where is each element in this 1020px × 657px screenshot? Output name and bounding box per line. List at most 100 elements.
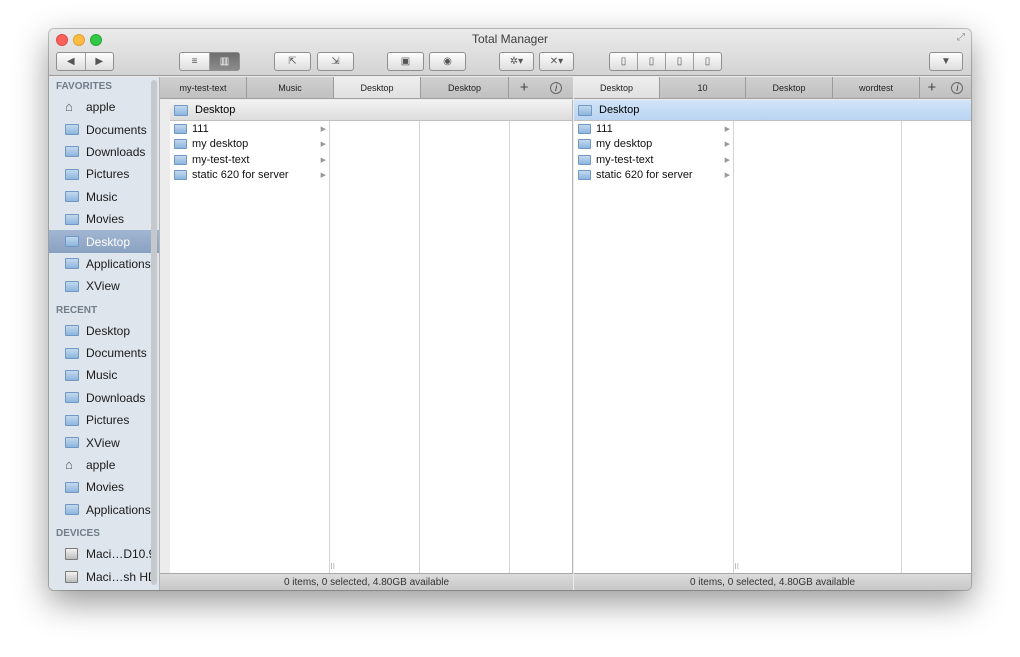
disclosure-arrow-icon: ▶: [724, 125, 730, 133]
copy-file-button[interactable]: ▯: [610, 53, 637, 70]
sidebar-scrollbar[interactable]: [151, 80, 157, 585]
right-tab-bar: Desktop 10 Desktop wordtest + i: [574, 77, 971, 99]
device-item[interactable]: Maci…D10.9: [49, 543, 159, 565]
device-item-label: Maci…sh HD: [86, 569, 157, 584]
folder-row[interactable]: my desktop ▶: [574, 137, 733, 153]
recent-item[interactable]: Documents: [49, 342, 159, 364]
favorite-item[interactable]: XView: [49, 275, 159, 297]
action-menu-button[interactable]: ✲▾: [499, 52, 534, 71]
tab-right-3[interactable]: Desktop: [746, 77, 833, 98]
folder-icon: [174, 170, 187, 181]
disclosure-arrow-icon: ▶: [724, 141, 730, 149]
quick-look-button[interactable]: ◉: [429, 52, 466, 71]
folder-row[interactable]: static 620 for server ▶: [574, 168, 733, 184]
add-tab-icon[interactable]: +: [520, 79, 529, 96]
recent-item[interactable]: Desktop: [49, 320, 159, 342]
folder-icon: [65, 481, 79, 493]
info-icon[interactable]: i: [951, 81, 964, 94]
favorite-item-label: Pictures: [86, 167, 130, 182]
tab-left-1[interactable]: my-test-text: [160, 77, 247, 98]
disclosure-arrow-icon: ▶: [320, 125, 326, 133]
folder-icon: [578, 170, 591, 181]
tab-right-4[interactable]: wordtest: [833, 77, 920, 98]
device-item[interactable]: Maci…sh HD: [49, 565, 159, 587]
devices-heading: DEVICES: [56, 528, 100, 540]
recent-item[interactable]: Applications: [49, 499, 159, 521]
folder-row[interactable]: my-test-text ▶: [170, 152, 329, 168]
forward-button[interactable]: ▶: [84, 53, 114, 70]
left-pane: Desktop II 111 ▶ my desktop ▶ my-test-text ▶ st…: [170, 100, 573, 573]
recent-item-label: apple: [86, 458, 116, 473]
fullscreen-icon[interactable]: ⤢: [957, 32, 965, 43]
tab-left-4[interactable]: Desktop: [421, 77, 509, 98]
recent-item[interactable]: ⌂ apple: [49, 454, 159, 476]
left-tab-controls: + i: [509, 77, 573, 98]
disclosure-arrow-icon: ▶: [724, 172, 730, 180]
duplicate-file-button[interactable]: ▯: [665, 53, 693, 70]
left-path-bar[interactable]: Desktop: [170, 100, 572, 121]
export-button[interactable]: ⇲: [317, 52, 354, 71]
folder-row[interactable]: 111 ▶: [574, 121, 733, 137]
copy-file-icon: ▯: [620, 56, 627, 67]
file-operations-control: ▯ ▯ ▯ ▯: [609, 52, 722, 71]
tab-right-2[interactable]: 10: [660, 77, 746, 98]
right-path-bar[interactable]: Desktop: [574, 100, 971, 121]
right-pane: Desktop II 111 ▶ my desktop ▶ my-test-text ▶ st…: [574, 100, 971, 573]
folder-icon: [65, 504, 79, 516]
favorite-item[interactable]: Downloads: [49, 141, 159, 163]
folder-icon: [65, 369, 79, 381]
favorite-item[interactable]: Music: [49, 186, 159, 208]
favorite-item[interactable]: Desktop: [49, 230, 159, 253]
favorite-item[interactable]: Applications: [49, 253, 159, 275]
recent-item[interactable]: XView: [49, 431, 159, 453]
folder-name: my desktop: [596, 138, 653, 151]
right-column-3: [902, 121, 971, 573]
favorite-item[interactable]: Pictures: [49, 163, 159, 185]
tools-menu-button[interactable]: ✕▾: [539, 52, 574, 71]
list-view-button[interactable]: ≡: [180, 53, 209, 70]
recent-item[interactable]: Movies: [49, 476, 159, 498]
info-icon[interactable]: i: [550, 81, 563, 94]
tab-left-2[interactable]: Music: [247, 77, 334, 98]
back-arrow-icon: ◀: [66, 56, 75, 67]
column-view-button[interactable]: ▥: [209, 53, 239, 70]
window-title: Total Manager: [471, 32, 549, 46]
column-view-icon: ▥: [219, 56, 230, 67]
disclosure-arrow-icon: ▶: [320, 141, 326, 149]
recent-item[interactable]: Downloads: [49, 387, 159, 409]
add-tab-icon[interactable]: +: [928, 79, 937, 96]
recent-item[interactable]: Music: [49, 364, 159, 386]
favorite-item[interactable]: Movies: [49, 208, 159, 230]
folder-row[interactable]: 111 ▶: [170, 121, 329, 137]
home-icon: ⌂: [65, 99, 73, 115]
recent-item[interactable]: Pictures: [49, 409, 159, 431]
tab-right-1[interactable]: Desktop: [574, 77, 660, 98]
folder-row[interactable]: my desktop ▶: [170, 137, 329, 153]
folder-icon: [578, 104, 592, 116]
move-file-button[interactable]: ▯: [637, 53, 665, 70]
folder-name: my desktop: [192, 138, 249, 151]
delete-file-button[interactable]: ▯: [693, 53, 721, 70]
left-path-label: Desktop: [195, 104, 236, 116]
favorite-item[interactable]: Documents: [49, 118, 159, 140]
tab-left-3[interactable]: Desktop: [334, 77, 421, 98]
folder-row[interactable]: my-test-text ▶: [574, 152, 733, 168]
gear-icon: ✲▾: [509, 56, 524, 67]
folder-row[interactable]: static 620 for server ▶: [170, 168, 329, 184]
right-path-label: Desktop: [599, 104, 640, 116]
right-tab-controls: + i: [920, 77, 971, 98]
recent-item-label: Music: [86, 368, 118, 383]
recent-item-label: Documents: [86, 346, 147, 361]
panel-menu-button[interactable]: ▼: [929, 52, 963, 71]
share-button[interactable]: ⇱: [274, 52, 311, 71]
favorites-heading: FAVORITES: [56, 81, 112, 92]
folder-icon: [65, 168, 79, 180]
back-button[interactable]: ◀: [57, 53, 85, 70]
folder-icon: [174, 139, 187, 150]
favorite-item[interactable]: ⌂ apple: [49, 96, 159, 118]
recent-item-label: Movies: [86, 480, 125, 495]
recent-item-label: Pictures: [86, 413, 130, 428]
right-column-2: [734, 121, 902, 573]
terminal-button[interactable]: ▣: [387, 52, 424, 71]
terminal-icon: ▣: [400, 56, 411, 67]
